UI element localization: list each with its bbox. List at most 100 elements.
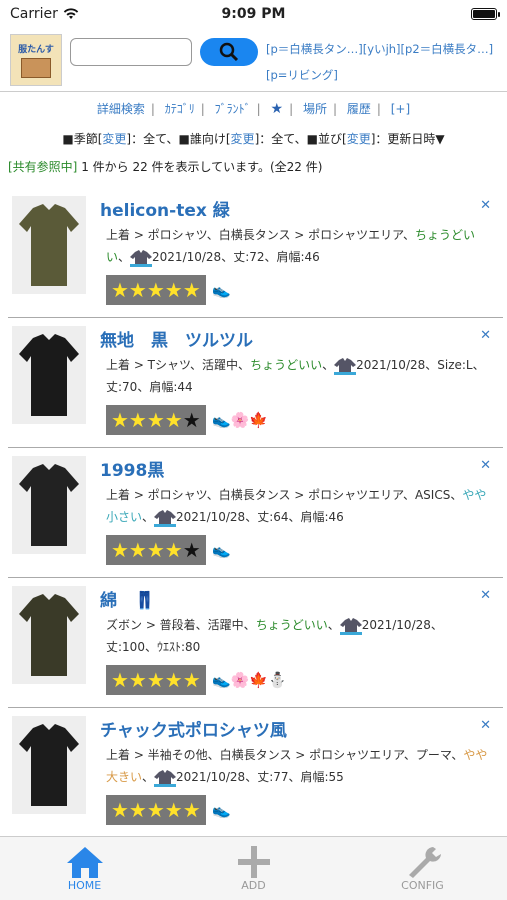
rating-stars: ★★★★★: [106, 405, 206, 435]
item-category: 上着 > 半袖その他、白横長タンス > ポロシャツエリア、プーマ、: [106, 748, 464, 762]
separator: 、: [142, 510, 155, 524]
rating-stars: ★★★★★: [106, 275, 206, 305]
carrier-label: Carrier: [10, 6, 58, 22]
season-label: ■季節[: [62, 132, 103, 146]
item-meta: 2021/10/28、丈:77、肩幅:55: [176, 770, 344, 784]
shirt-icon: [334, 357, 357, 375]
list-item[interactable]: チャック式ポロシャツ風 ✕ 上着 > 半袖その他、白横長タンス > ポロシャツエ…: [8, 708, 503, 838]
item-thumbnail[interactable]: [12, 326, 86, 424]
list-item[interactable]: 1998黒 ✕ 上着 > ポロシャツ、白横長タンス > ポロシャツエリア、ASI…: [8, 448, 503, 578]
list-item[interactable]: 綿 👖 ✕ ズボン > 普段着、活躍中、ちょうどいい、 2021/10/28、丈:…: [8, 578, 503, 708]
item-description: 上着 > ポロシャツ、白横長タンス > ポロシャツエリア、ASICS、やや小さい…: [106, 484, 489, 528]
target-value: ]：全て、: [254, 132, 307, 146]
count-text: 1 件から 22 件を表示しています。(全22 件): [77, 160, 323, 174]
season-icons: 👟: [212, 281, 231, 299]
list-item[interactable]: helicon-tex 緑 ✕ 上着 > ポロシャツ、白横長タンス > ポロシャ…: [8, 188, 503, 318]
separator: 、: [142, 770, 155, 784]
item-title[interactable]: 無地 黒 ツルツル: [100, 326, 253, 351]
close-icon[interactable]: ✕: [480, 198, 491, 213]
stars-on: ★★★★: [111, 538, 183, 562]
item-description: ズボン > 普段着、活躍中、ちょうどいい、 2021/10/28、丈:100、ｳｴ…: [106, 614, 489, 658]
shirt-icon: [130, 249, 153, 267]
tab-home[interactable]: HOME: [0, 837, 169, 900]
wrench-icon: [408, 847, 441, 878]
garment-image: [19, 464, 79, 546]
nav-brand[interactable]: ﾌﾞﾗﾝﾄﾞ: [215, 102, 251, 116]
nav-category[interactable]: ｶﾃｺﾞﾘ: [165, 102, 195, 116]
filter-bar: ■季節[変更]：全て、■誰向け[変更]：全て、■並び[変更]：更新日時▼: [0, 122, 507, 158]
item-meta: 2021/10/28、丈:64、肩幅:46: [176, 510, 344, 524]
item-list: helicon-tex 緑 ✕ 上着 > ポロシャツ、白横長タンス > ポロシャ…: [0, 188, 507, 838]
sort-value: ]：更新日時▼: [370, 132, 445, 146]
item-category: 上着 > Tシャツ、活躍中、: [106, 358, 251, 372]
status-bar: Carrier 9:09 PM: [0, 0, 507, 28]
tab-config-label: CONFIG: [401, 879, 444, 892]
item-thumbnail[interactable]: [12, 586, 86, 684]
tab-add-label: ADD: [241, 879, 266, 892]
header: 服たんす [p＝白横長タン…][yいjh][p2＝白横長タ…][p=リビング]: [0, 28, 507, 92]
nav-favorites[interactable]: ★: [271, 101, 284, 117]
search-input[interactable]: [70, 38, 192, 66]
logo-text: 服たんす: [18, 45, 54, 55]
season-value: ]：全て、: [126, 132, 179, 146]
item-thumbnail[interactable]: [12, 456, 86, 554]
item-thumbnail[interactable]: [12, 196, 86, 294]
separator: 、: [118, 250, 131, 264]
tab-bar: HOME ADD CONFIG: [0, 836, 507, 900]
separator: 、: [322, 358, 335, 372]
item-description: 上着 > 半袖その他、白横長タンス > ポロシャツエリア、プーマ、やや大きい、 2…: [106, 744, 489, 788]
season-icons: 👟🌸🍁: [212, 411, 269, 429]
close-icon[interactable]: ✕: [480, 718, 491, 733]
nav-history[interactable]: 履歴: [347, 102, 371, 116]
close-icon[interactable]: ✕: [480, 588, 491, 603]
item-title[interactable]: チャック式ポロシャツ風: [100, 716, 287, 741]
season-icons: 👟: [212, 801, 231, 819]
sort-change-link[interactable]: 変更: [347, 132, 371, 146]
nav-add[interactable]: [+]: [391, 102, 410, 116]
close-icon[interactable]: ✕: [480, 458, 491, 473]
item-title[interactable]: helicon-tex 緑: [100, 196, 230, 221]
home-icon: [66, 847, 103, 878]
season-icons: 👟: [212, 541, 231, 559]
item-description: 上着 > ポロシャツ、白横長タンス > ポロシャツエリア、ちょうどいい、 2021…: [106, 224, 489, 268]
list-item[interactable]: 無地 黒 ツルツル ✕ 上着 > Tシャツ、活躍中、ちょうどいい、 2021/10…: [8, 318, 503, 448]
item-category: ズボン > 普段着、活躍中、: [106, 618, 256, 632]
item-category: 上着 > ポロシャツ、白横長タンス > ポロシャツエリア、ASICS、: [106, 488, 463, 502]
box-icon: [21, 58, 51, 78]
item-description: 上着 > Tシャツ、活躍中、ちょうどいい、 2021/10/28、Size:L、丈…: [106, 354, 489, 398]
shirt-icon: [154, 769, 177, 787]
season-icons: 👟🌸🍁⛄: [212, 671, 287, 689]
carrier-group: Carrier: [10, 6, 79, 22]
item-title[interactable]: 1998黒: [100, 456, 164, 481]
query-link[interactable]: [p＝白横長タン…][yいjh][p2＝白横長タ…][p=リビング]: [266, 36, 499, 88]
tab-config[interactable]: CONFIG: [338, 837, 507, 900]
fit-label: ちょうどいい: [255, 618, 328, 632]
season-change-link[interactable]: 変更: [102, 132, 126, 146]
garment-image: [19, 204, 79, 286]
search-button[interactable]: [200, 38, 258, 66]
item-thumbnail[interactable]: [12, 716, 86, 814]
wifi-icon: [63, 8, 79, 19]
search-icon: [219, 42, 239, 62]
nav-links: 詳細検索 | ｶﾃｺﾞﾘ | ﾌﾞﾗﾝﾄﾞ | ★ | 場所 | 履歴 | [+]: [96, 101, 411, 117]
stars-on: ★★★★★: [111, 798, 201, 822]
sort-label: ■並び[: [306, 132, 347, 146]
close-icon[interactable]: ✕: [480, 328, 491, 343]
garment-image: [19, 594, 79, 676]
tab-home-label: HOME: [67, 879, 102, 892]
item-meta: 2021/10/28、丈:72、肩幅:46: [152, 250, 320, 264]
battery-icon: [471, 8, 500, 20]
target-label: ■誰向け[: [178, 132, 231, 146]
garment-image: [19, 334, 79, 416]
app-logo[interactable]: 服たんす: [10, 34, 62, 86]
tab-add[interactable]: ADD: [169, 837, 338, 900]
stars-off: ★: [182, 408, 201, 432]
target-change-link[interactable]: 変更: [231, 132, 255, 146]
nav-detail-search[interactable]: 詳細検索: [97, 102, 145, 116]
shirt-icon: [154, 509, 177, 527]
fit-label: ちょうどいい: [250, 358, 323, 372]
nav-place[interactable]: 場所: [303, 102, 327, 116]
item-category: 上着 > ポロシャツ、白横長タンス > ポロシャツエリア、: [106, 228, 415, 242]
item-title[interactable]: 綿 👖: [100, 586, 155, 611]
rating-stars: ★★★★★: [106, 795, 206, 825]
